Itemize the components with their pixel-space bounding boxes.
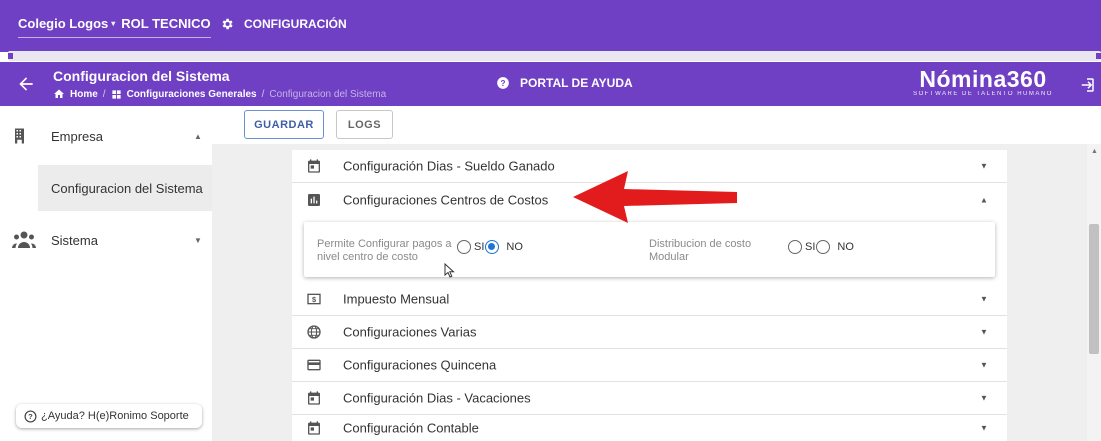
caret-down-icon: ▼	[980, 423, 988, 433]
calendar-icon	[308, 159, 320, 173]
logout-icon[interactable]	[1078, 76, 1096, 94]
home-icon	[54, 89, 64, 98]
calendar-icon	[308, 391, 320, 405]
radio-si-label: SI	[474, 241, 485, 253]
scroll-right-icon	[1096, 53, 1101, 59]
save-button[interactable]: GUARDAR	[244, 110, 324, 139]
toolbar: GUARDAR LOGS	[212, 106, 1101, 144]
section-configuracion-contable[interactable]: Configuración Contable ▼	[292, 415, 1007, 441]
vertical-scrollbar[interactable]: ▲	[1087, 144, 1101, 441]
breadcrumb-separator: /	[102, 88, 106, 100]
question-circle-icon: ?	[24, 409, 37, 423]
money-icon: $	[307, 293, 321, 305]
page-title: Configuracion del Sistema	[53, 68, 230, 84]
help-support-button[interactable]: ? ¿Ayuda? H(e)Ronimo Soporte	[16, 404, 202, 428]
caret-down-icon: ▾	[111, 19, 116, 28]
breadcrumb-separator: /	[261, 88, 265, 100]
organization-name: Colegio Logos	[18, 16, 109, 31]
svg-text:?: ?	[501, 79, 506, 88]
sidebar-item-sistema[interactable]: Sistema ▼	[0, 230, 212, 250]
caret-down-icon: ▼	[194, 235, 202, 245]
organization-selector[interactable]: Colegio Logos ▾ ROL TECNICO	[18, 16, 211, 38]
role-name: ROL TECNICO	[121, 16, 211, 31]
sidebar-item-configuracion-sistema[interactable]: Configuracion del Sistema	[38, 165, 212, 211]
scroll-up-icon: ▲	[1091, 148, 1098, 155]
chart-icon	[308, 193, 320, 206]
caret-down-icon: ▼	[980, 393, 988, 403]
breadcrumb: Home / Configuraciones Generales / Confi…	[53, 88, 386, 100]
caret-down-icon: ▼	[980, 327, 988, 337]
section-impuesto-mensual[interactable]: $ Impuesto Mensual ▼	[292, 283, 1007, 316]
radio-no-label: NO	[837, 241, 854, 253]
top-bar: Colegio Logos ▾ ROL TECNICO CONFIGURACIÓ…	[0, 0, 1101, 52]
help-portal-link[interactable]: ? PORTAL DE AYUDA	[496, 76, 633, 90]
section-label: Configuraciones Quincena	[343, 357, 497, 373]
caret-down-icon: ▼	[980, 294, 988, 304]
brand-tagline: SOFTWARE DE TALENTO HUMANO	[913, 91, 1053, 97]
option-modular-cost-radios: SI NO	[788, 240, 854, 254]
option-modular-cost-label: Distribucion de costo Modular	[649, 238, 752, 263]
scroll-left-icon	[8, 53, 13, 59]
caret-down-icon: ▼	[980, 360, 988, 370]
brand-logo: Nómina360 SOFTWARE DE TALENTO HUMANO	[908, 66, 1058, 97]
horizontal-scrollbar[interactable]	[8, 51, 1101, 61]
gear-icon	[222, 18, 233, 30]
scrollbar-thumb[interactable]	[1089, 224, 1099, 354]
radio-si-label: SI	[805, 241, 816, 253]
section-dias-vacaciones[interactable]: Configuración Dias - Vacaciones ▼	[292, 382, 1007, 415]
configuration-link[interactable]: CONFIGURACIÓN	[220, 17, 347, 31]
sidebar-item-label: Empresa	[51, 128, 104, 144]
breadcrumb-general[interactable]: Configuraciones Generales	[127, 89, 257, 100]
card-icon	[307, 359, 321, 371]
red-annotation-arrow-icon	[573, 171, 737, 223]
section-label: Configuraciones Varias	[343, 324, 477, 340]
option-cost-center-payments-radios: SI NO	[457, 240, 523, 254]
help-portal-label: PORTAL DE AYUDA	[520, 76, 633, 90]
radio-no[interactable]	[816, 240, 831, 254]
back-arrow-icon[interactable]	[16, 74, 36, 94]
calendar-icon	[308, 421, 320, 435]
globe-icon	[307, 325, 321, 339]
radio-no-selected[interactable]	[485, 240, 500, 254]
section-label: Configuración Contable	[343, 420, 479, 436]
sidebar-item-empresa[interactable]: Empresa ▲	[0, 126, 212, 146]
radio-no-label: NO	[506, 241, 523, 253]
configuration-label: CONFIGURACIÓN	[244, 17, 347, 31]
section-label: Configuración Dias - Sueldo Ganado	[343, 158, 555, 174]
sidebar-item-label: Configuracion del Sistema	[51, 180, 203, 196]
mouse-cursor-icon	[444, 263, 455, 278]
breadcrumb-current: Configuracion del Sistema	[269, 88, 387, 100]
radio-si[interactable]	[457, 240, 471, 254]
caret-up-icon: ▲	[194, 131, 202, 141]
section-configuraciones-varias[interactable]: Configuraciones Varias ▼	[292, 316, 1007, 349]
radio-si[interactable]	[788, 240, 802, 254]
section-configuraciones-quincena[interactable]: Configuraciones Quincena ▼	[292, 349, 1007, 382]
section-label: Configuración Dias - Vacaciones	[343, 390, 531, 406]
help-support-label: ¿Ayuda? H(e)Ronimo Soporte	[41, 410, 189, 422]
building-icon	[15, 128, 24, 144]
sidebar-item-label: Sistema	[51, 232, 98, 248]
grid-icon	[111, 89, 121, 99]
svg-text:?: ?	[28, 412, 33, 421]
option-cost-center-payments-label: Permite Configurar pagos a nivel centro …	[317, 238, 452, 263]
logs-button[interactable]: LOGS	[336, 110, 393, 139]
page-header: Configuracion del Sistema Home / Configu…	[0, 62, 1101, 106]
caret-down-icon: ▼	[980, 161, 988, 171]
section-label: Configuraciones Centros de Costos	[343, 192, 549, 207]
group-icon	[12, 231, 36, 248]
section-label: Impuesto Mensual	[343, 291, 450, 307]
help-icon: ?	[497, 77, 509, 89]
breadcrumb-home[interactable]: Home	[70, 89, 98, 100]
caret-up-icon: ▲	[980, 195, 988, 204]
sidebar: Empresa ▲ Configuracion del Sistema Sist…	[0, 106, 212, 441]
svg-text:$: $	[312, 295, 316, 304]
brand-name: Nómina360	[919, 66, 1047, 92]
cost-center-options-panel: Permite Configurar pagos a nivel centro …	[304, 222, 995, 277]
